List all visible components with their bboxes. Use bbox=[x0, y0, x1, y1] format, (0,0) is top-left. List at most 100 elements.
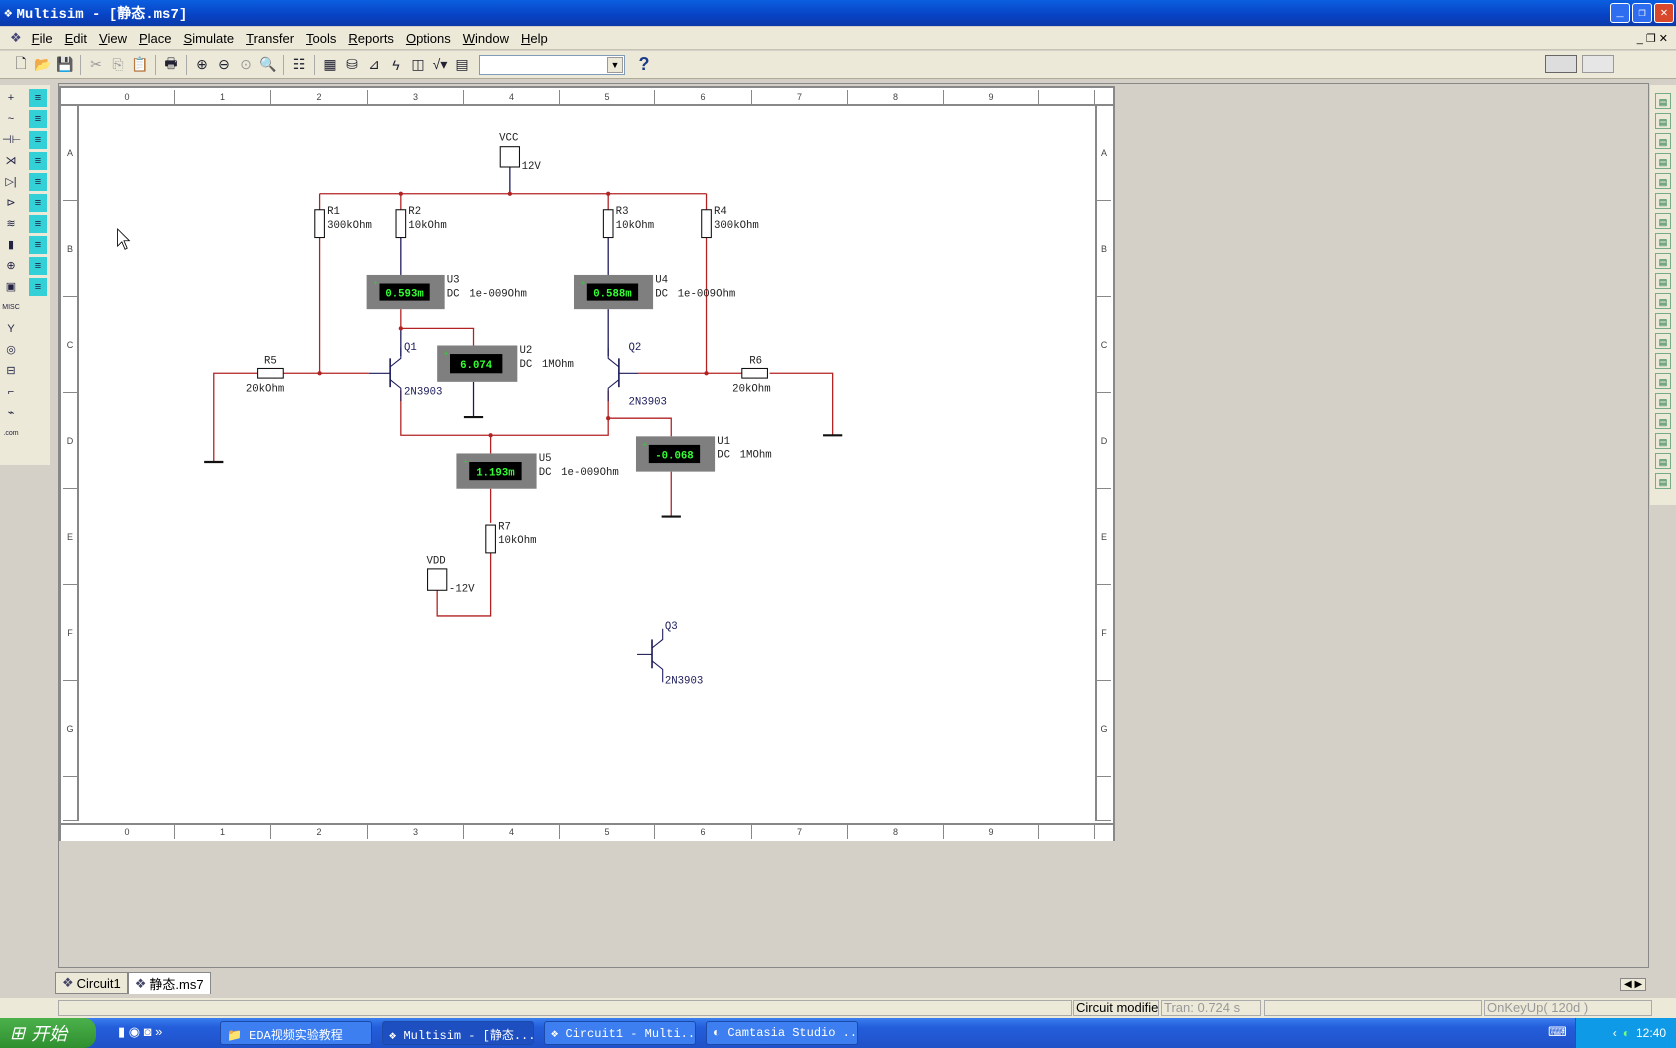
menu-view[interactable]: View bbox=[99, 31, 127, 46]
component-group-icon[interactable]: Y bbox=[2, 320, 20, 338]
erc-icon[interactable]: ϟ bbox=[385, 54, 407, 76]
component-group-icon[interactable]: ▮ bbox=[2, 236, 20, 254]
paste-icon[interactable]: 📋 bbox=[129, 54, 151, 76]
instrument-icon[interactable]: ▤ bbox=[1655, 473, 1671, 489]
menu-tools[interactable]: Tools bbox=[306, 31, 336, 46]
grapher-icon[interactable]: ◫ bbox=[407, 54, 429, 76]
instrument-icon[interactable]: ▤ bbox=[1655, 413, 1671, 429]
instrument-icon[interactable]: ▤ bbox=[1655, 173, 1671, 189]
minimize-button[interactable]: _ bbox=[1610, 3, 1630, 23]
task-multisim[interactable]: ❖ Multisim - [静态... bbox=[382, 1021, 534, 1045]
menu-simulate[interactable]: Simulate bbox=[184, 31, 235, 46]
chevron-down-icon[interactable]: ▼ bbox=[607, 56, 623, 73]
menu-options[interactable]: Options bbox=[406, 31, 451, 46]
tab-scroll-arrows[interactable]: ◀ ▶ bbox=[1620, 978, 1647, 991]
cut-icon[interactable]: ✂ bbox=[85, 54, 107, 76]
instrument-icon[interactable]: ▤ bbox=[1655, 453, 1671, 469]
virtual-component-icon[interactable]: ≡ bbox=[29, 194, 47, 212]
database-icon[interactable]: ⛁ bbox=[341, 54, 363, 76]
menu-window[interactable]: Window bbox=[463, 31, 509, 46]
menu-place[interactable]: Place bbox=[139, 31, 172, 46]
component-group-icon[interactable]: ⌁ bbox=[2, 404, 20, 422]
virtual-component-icon[interactable]: ≡ bbox=[29, 215, 47, 233]
component-group-icon[interactable]: ⌐ bbox=[2, 383, 20, 401]
virtual-component-icon[interactable]: ≡ bbox=[29, 236, 47, 254]
mdi-controls[interactable]: _ ❐ ✕ bbox=[1637, 32, 1668, 45]
instrument-icon[interactable]: ▤ bbox=[1655, 133, 1671, 149]
instrument-icon[interactable]: ▤ bbox=[1655, 153, 1671, 169]
instrument-icon[interactable]: ▤ bbox=[1655, 233, 1671, 249]
hierarchy-icon[interactable]: ☷ bbox=[288, 54, 310, 76]
print-icon[interactable]: 🖶 bbox=[160, 54, 182, 76]
menu-edit[interactable]: Edit bbox=[65, 31, 87, 46]
help-button[interactable]: ? bbox=[633, 54, 655, 76]
component-group-icon[interactable]: ⊟ bbox=[2, 362, 20, 380]
pause-button[interactable] bbox=[1582, 55, 1614, 73]
document-icon[interactable]: ❖ bbox=[10, 30, 22, 46]
instrument-icon[interactable]: ▤ bbox=[1655, 273, 1671, 289]
task-folder[interactable]: 📁 EDA视频实验教程 bbox=[220, 1021, 372, 1045]
zoom-area-icon[interactable]: ⊙ bbox=[235, 54, 257, 76]
new-icon[interactable]: 🗋 bbox=[10, 54, 32, 76]
simulate-switch[interactable] bbox=[1545, 55, 1577, 73]
instrument-icon[interactable]: ▤ bbox=[1655, 193, 1671, 209]
component-group-icon[interactable]: ▣ bbox=[2, 278, 20, 296]
component-group-icon[interactable]: .com bbox=[2, 425, 20, 443]
analysis-icon[interactable]: √▾ bbox=[429, 54, 451, 76]
keyboard-icon[interactable]: ⌨ bbox=[1548, 1024, 1567, 1040]
menu-file[interactable]: File bbox=[32, 31, 53, 46]
virtual-component-icon[interactable]: ≡ bbox=[29, 152, 47, 170]
instrument-icon[interactable]: ▤ bbox=[1655, 373, 1671, 389]
menu-reports[interactable]: Reports bbox=[348, 31, 394, 46]
instrument-icon[interactable]: ▤ bbox=[1655, 393, 1671, 409]
component-group-icon[interactable]: ~ bbox=[2, 110, 20, 128]
component-group-icon[interactable]: ⊕ bbox=[2, 257, 20, 275]
quick-launch[interactable]: ▮ ◉ ◙ » bbox=[118, 1024, 162, 1040]
instrument-icon[interactable]: ▤ bbox=[1655, 293, 1671, 309]
instrument-icon[interactable]: ▤ bbox=[1655, 253, 1671, 269]
tab-jingtai[interactable]: ❖ 静态.ms7 bbox=[127, 972, 211, 994]
instrument-icon[interactable]: ▤ bbox=[1655, 213, 1671, 229]
spreadsheet-icon[interactable]: ▦ bbox=[319, 54, 341, 76]
zoom-out-icon[interactable]: ⊖ bbox=[213, 54, 235, 76]
instrument-icon[interactable]: ▤ bbox=[1655, 433, 1671, 449]
tray-app-icon[interactable]: ◐ bbox=[1623, 1026, 1630, 1040]
component-dropdown[interactable]: ▼ bbox=[479, 54, 625, 75]
virtual-component-icon[interactable]: ≡ bbox=[29, 110, 47, 128]
open-icon[interactable]: 📂 bbox=[32, 54, 54, 76]
component-group-icon[interactable]: MISC bbox=[2, 299, 20, 317]
schematic-sheet[interactable]: 01234567890123456789ABCDEFGABCDEFG bbox=[59, 86, 1115, 841]
task-circuit1[interactable]: ❖ Circuit1 - Multi... bbox=[544, 1021, 696, 1045]
component-group-icon[interactable]: ⊳ bbox=[2, 194, 20, 212]
tab-circuit1[interactable]: ❖ Circuit1 bbox=[55, 972, 128, 994]
menu-help[interactable]: Help bbox=[521, 31, 548, 46]
instrument-icon[interactable]: ▤ bbox=[1655, 113, 1671, 129]
virtual-component-icon[interactable]: ≡ bbox=[29, 278, 47, 296]
tray-expand-icon[interactable]: ‹ bbox=[1613, 1026, 1617, 1040]
instrument-icon[interactable]: ▤ bbox=[1655, 313, 1671, 329]
zoom-in-icon[interactable]: ⊕ bbox=[191, 54, 213, 76]
virtual-component-icon[interactable]: ≡ bbox=[29, 257, 47, 275]
postprocessor-icon[interactable]: ⊿ bbox=[363, 54, 385, 76]
save-icon[interactable]: 💾 bbox=[54, 54, 76, 76]
virtual-component-icon[interactable]: ≡ bbox=[29, 173, 47, 191]
component-group-icon[interactable]: ⊣⊢ bbox=[2, 131, 21, 149]
copy-icon[interactable]: ⎘ bbox=[107, 54, 129, 76]
task-camtasia[interactable]: ◐ Camtasia Studio ... bbox=[706, 1021, 858, 1045]
component-group-icon[interactable]: ≋ bbox=[2, 215, 20, 233]
menu-transfer[interactable]: Transfer bbox=[246, 31, 294, 46]
component-group-icon[interactable]: ▷| bbox=[2, 173, 20, 191]
instrument-icon[interactable]: ▤ bbox=[451, 54, 473, 76]
virtual-component-icon[interactable]: ≡ bbox=[29, 131, 47, 149]
restore-button[interactable]: ❐ bbox=[1632, 3, 1652, 23]
virtual-component-icon[interactable]: ≡ bbox=[29, 89, 47, 107]
close-button[interactable]: ✕ bbox=[1654, 3, 1674, 23]
component-group-icon[interactable]: + bbox=[2, 89, 20, 107]
component-group-icon[interactable]: ⋊ bbox=[2, 152, 20, 170]
instrument-icon[interactable]: ▤ bbox=[1655, 353, 1671, 369]
instrument-icon[interactable]: ▤ bbox=[1655, 333, 1671, 349]
start-button[interactable]: ⊞ 开始 bbox=[0, 1018, 96, 1048]
instrument-icon[interactable]: ▤ bbox=[1655, 93, 1671, 109]
zoom-fit-icon[interactable]: 🔍 bbox=[257, 54, 279, 76]
component-group-icon[interactable]: ◎ bbox=[2, 341, 20, 359]
